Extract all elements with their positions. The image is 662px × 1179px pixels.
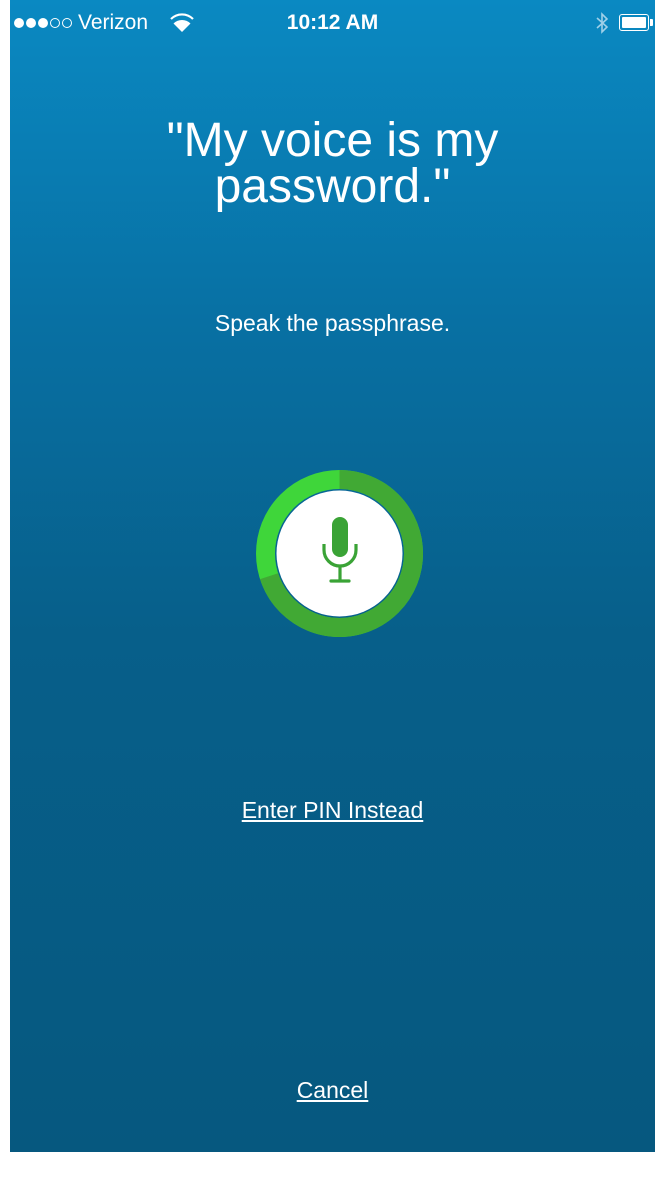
- passphrase-line-1: "My voice is my: [166, 114, 499, 167]
- voice-authentication-screen: Verizon 10:12 AM "My voice is my passwor…: [10, 0, 655, 1152]
- passphrase-line-2: password.": [214, 160, 451, 213]
- signal-strength-icon: [14, 12, 74, 34]
- carrier-name: Verizon: [78, 11, 149, 34]
- battery-tip: [650, 19, 653, 26]
- battery-icon: [619, 14, 649, 31]
- passphrase-title: "My voice is my password.": [10, 114, 655, 213]
- record-voice-button[interactable]: [256, 470, 423, 637]
- wifi-icon: [170, 13, 194, 32]
- instruction-text: Speak the passphrase.: [214, 310, 451, 336]
- status-bar: Verizon 10:12 AM: [10, 0, 655, 46]
- enter-pin-link[interactable]: Enter PIN Instead: [10, 796, 655, 824]
- status-time: 10:12 AM: [286, 11, 379, 34]
- bluetooth-icon: [596, 12, 609, 34]
- cancel-link[interactable]: Cancel: [10, 1076, 655, 1104]
